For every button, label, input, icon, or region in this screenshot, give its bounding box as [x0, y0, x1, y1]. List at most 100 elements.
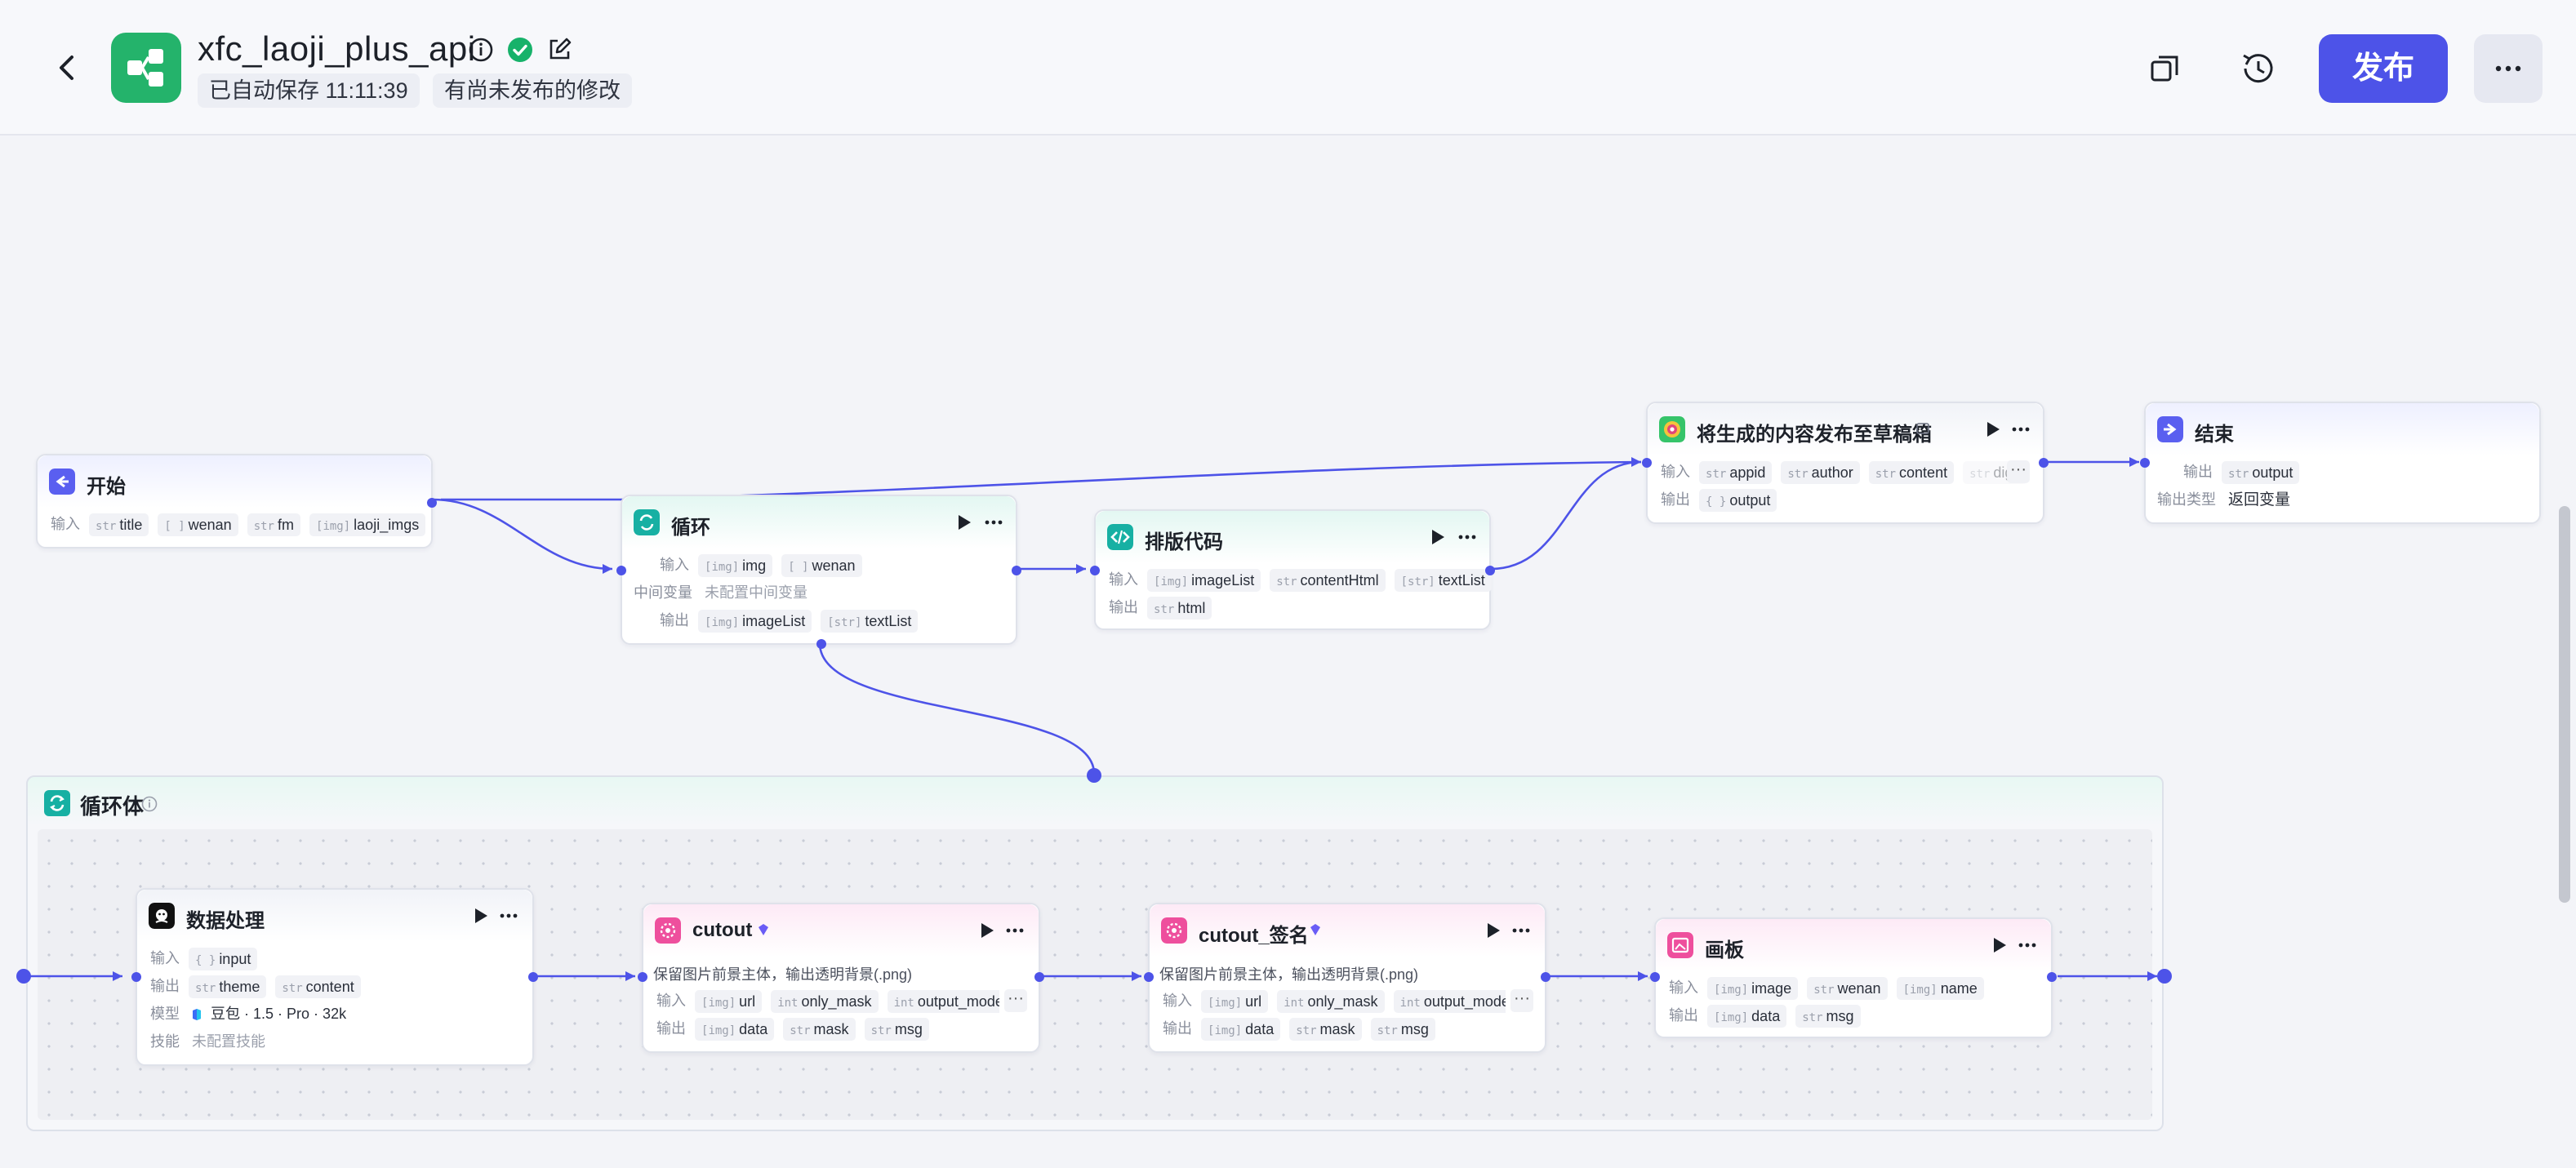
node-title: 排版代码	[1145, 531, 1223, 553]
node-start[interactable]: 开始 输入 str title [ ] wenan str fm [img] laoji…	[36, 454, 437, 548]
output-port[interactable]	[1012, 566, 1021, 575]
workflow-title: xfc_laoji_plus_api	[198, 29, 476, 68]
history-icon	[2243, 54, 2273, 83]
node-publish-draft[interactable]: 将生成的内容发布至草稿箱 输入 str appid str author str co…	[1642, 402, 2049, 524]
data-inputs-row: 输入 { } input	[150, 945, 258, 971]
param-tag: { } output	[1699, 489, 1777, 513]
output-port[interactable]	[1541, 972, 1550, 982]
play-icon[interactable]	[1984, 420, 2002, 439]
more-icon[interactable]	[495, 904, 523, 927]
param-tag: str html	[1147, 597, 1212, 620]
more-params-button[interactable]: ···	[1004, 989, 1027, 1012]
param-tag: [ ] wenan	[781, 554, 862, 578]
node-cutout-sign[interactable]: cutout_签名 保留图片前景主体，输出透明背景(.png) 输入 [img]…	[1144, 903, 1550, 1053]
param-tag: int only_mask	[771, 990, 879, 1014]
play-icon[interactable]	[1429, 527, 1447, 547]
copy-icon	[2151, 56, 2178, 82]
output-port[interactable]	[2039, 458, 2049, 468]
scrollbar-thumb[interactable]	[2559, 506, 2570, 903]
node-title: 开始	[87, 476, 126, 498]
node-canvas-board[interactable]: 画板 输入 [img] image str wenan [img] name 输出 […	[1650, 917, 2057, 1038]
node-title: cutout	[692, 919, 753, 941]
chevron-left-icon	[60, 56, 73, 80]
more-icon[interactable]	[1507, 919, 1535, 942]
node-cutout[interactable]: cutout 保留图片前景主体，输出透明背景(.png) 输入 [img] url…	[638, 903, 1044, 1053]
play-icon[interactable]	[1484, 921, 1502, 940]
cutout-icon	[1161, 917, 1187, 944]
node-end[interactable]: 结束 输出 str output 输出类型 返回变量	[2140, 402, 2541, 524]
board-inputs-row: 输入 [img] image str wenan [img] name	[1669, 975, 1984, 1001]
input-port[interactable]	[131, 972, 141, 982]
input-label: 输入	[656, 993, 686, 1009]
input-label: 输入	[1661, 464, 1690, 480]
more-icon[interactable]	[1453, 526, 1481, 548]
workflow-logo-icon	[111, 33, 181, 103]
param-tag: int only_mask	[1277, 990, 1385, 1014]
badge-icon	[1916, 423, 1929, 434]
param-tag: [img] data	[695, 1018, 775, 1041]
play-icon[interactable]	[978, 921, 996, 940]
data-model-row: 模型 豆包 · 1.5 · Pro · 32k	[150, 1001, 346, 1027]
input-port[interactable]	[2140, 458, 2150, 468]
more-icon[interactable]	[2013, 934, 2041, 957]
node-loop[interactable]: 循环 输入 [img] img [ ] wenan 中间变量 未配置中间变量 输出 …	[616, 495, 1021, 649]
layout-outputs-row: 输出 str html	[1109, 594, 1212, 620]
info-icon[interactable]	[140, 795, 158, 813]
more-button[interactable]	[2474, 34, 2543, 103]
output-label: 输出	[2183, 464, 2213, 480]
back-button[interactable]	[49, 47, 85, 88]
param-tag: [img] imageList	[1147, 569, 1261, 593]
workflow-header: xfc_laoji_plus_api 已自动保存 11:11:39 有尚未发布的…	[0, 0, 2576, 135]
param-tag: [img] img	[698, 554, 773, 578]
output-port[interactable]	[427, 498, 437, 508]
more-icon[interactable]	[2007, 418, 2035, 441]
output-port[interactable]	[2047, 972, 2057, 982]
node-title: 数据处理	[186, 910, 265, 932]
more-params-button[interactable]: ···	[1510, 989, 1533, 1012]
output-label: 输出	[1109, 599, 1138, 615]
input-label: 输入	[1669, 979, 1698, 996]
input-port[interactable]	[1090, 566, 1100, 575]
node-layout-code[interactable]: 排版代码 输入 [img] imageList str contentHtml [s…	[1090, 509, 1495, 630]
input-port[interactable]	[616, 566, 626, 575]
input-port[interactable]	[638, 972, 647, 982]
info-icon[interactable]	[467, 36, 495, 64]
input-label: 输入	[660, 557, 689, 573]
param-tag: [str] textList	[1394, 569, 1492, 593]
history-button[interactable]	[2224, 34, 2293, 103]
node-description: 保留图片前景主体，输出透明背景(.png)	[653, 966, 913, 983]
node-header: 开始	[38, 455, 431, 508]
input-label: 输入	[150, 950, 180, 966]
param-tag: str content	[1868, 461, 1955, 485]
output-port[interactable]	[528, 972, 538, 982]
more-params-button[interactable]: ···	[2007, 460, 2030, 483]
publish-button[interactable]: 发布	[2319, 34, 2448, 103]
data-outputs-row: 输出 str theme str content	[150, 973, 361, 999]
input-port[interactable]	[1650, 972, 1660, 982]
param-tag: str author	[1781, 461, 1860, 485]
param-tag: str title	[89, 513, 149, 537]
board-outputs-row: 输出 [img] data str msg	[1669, 1002, 1861, 1028]
param-tag: [img] data	[1201, 1018, 1281, 1041]
param-tag: int output_mode	[1393, 990, 1506, 1014]
play-icon[interactable]	[472, 906, 490, 926]
code-icon	[1107, 524, 1133, 550]
input-port[interactable]	[1642, 458, 1652, 468]
node-data-processing[interactable]: 数据处理 输入 { } input 输出 str theme str content …	[131, 888, 538, 1066]
input-port[interactable]	[1144, 972, 1154, 982]
output-port[interactable]	[1485, 566, 1495, 575]
play-icon[interactable]	[1991, 935, 2009, 955]
edit-icon[interactable]	[545, 36, 573, 64]
play-icon[interactable]	[955, 513, 973, 532]
node-header: 数据处理	[137, 890, 532, 942]
output-port[interactable]	[1034, 972, 1044, 982]
cutout-icon	[655, 917, 681, 944]
more-icon[interactable]	[1001, 919, 1029, 942]
more-icon[interactable]	[980, 511, 1008, 534]
copy-button[interactable]	[2131, 34, 2200, 103]
start-icon	[49, 469, 75, 495]
param-tag: str fm	[247, 513, 300, 537]
loop-body-port[interactable]	[816, 639, 826, 649]
autosave-status: 已自动保存 11:11:39	[198, 73, 420, 108]
output-label: 输出	[1669, 1007, 1698, 1024]
